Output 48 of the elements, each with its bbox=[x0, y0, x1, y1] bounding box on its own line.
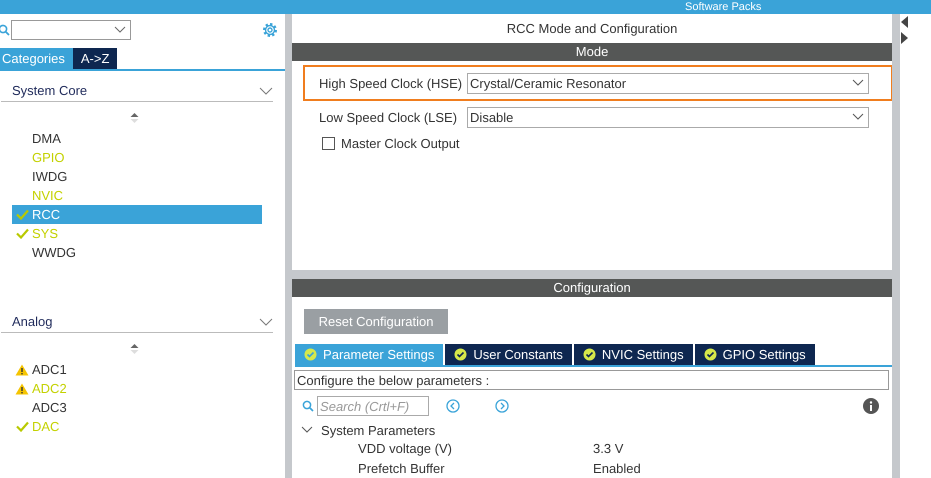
settings-tab[interactable]: NVIC Settings bbox=[574, 344, 693, 365]
search-icon bbox=[0, 24, 10, 36]
panel-title: RCC Mode and Configuration bbox=[506, 20, 678, 38]
hint-text: Configure the below parameters : bbox=[294, 370, 890, 390]
category-header[interactable]: System Core bbox=[1, 79, 273, 102]
mode-header: Mode bbox=[292, 43, 892, 61]
field-label: Low Speed Clock (LSE) bbox=[319, 110, 458, 124]
settings-tab[interactable]: GPIO Settings bbox=[694, 344, 815, 365]
chevron-down-icon bbox=[114, 26, 126, 34]
chevron-down-icon bbox=[852, 113, 864, 121]
peripheral-item[interactable]: ADC3 bbox=[12, 398, 262, 417]
parameter-name: Prefetch Buffer bbox=[358, 460, 446, 476]
previous-icon[interactable] bbox=[446, 399, 460, 413]
dropdown[interactable]: Crystal/Ceramic Resonator bbox=[467, 72, 870, 94]
field-label: High Speed Clock (HSE) bbox=[319, 76, 464, 90]
dropdown[interactable]: Disable bbox=[467, 106, 870, 128]
check-circle-icon bbox=[304, 348, 318, 361]
expand-right-icon[interactable] bbox=[901, 32, 908, 44]
parameter-value: Enabled bbox=[593, 460, 641, 476]
collapse-left-icon[interactable] bbox=[901, 16, 908, 28]
search-field[interactable]: Search (Crtl+F) bbox=[317, 396, 430, 416]
check-circle-icon bbox=[454, 348, 468, 361]
checkbox-label: Master Clock Output bbox=[341, 136, 460, 151]
configuration-header: Configuration bbox=[292, 279, 892, 297]
category-header[interactable]: Analog bbox=[1, 310, 273, 333]
section-header[interactable]: System Parameters bbox=[301, 422, 892, 438]
settings-icon[interactable] bbox=[261, 21, 279, 39]
chevron-down-icon bbox=[259, 318, 273, 326]
info-icon[interactable] bbox=[863, 398, 880, 414]
check-circle-icon bbox=[582, 348, 596, 361]
parameter-value: 3.3 V bbox=[593, 440, 624, 456]
chevron-down-icon bbox=[301, 426, 314, 434]
settings-tab[interactable]: User Constants bbox=[445, 344, 572, 365]
peripheral-item[interactable]: ADC1 bbox=[12, 360, 262, 379]
peripheral-item[interactable]: DMA bbox=[12, 129, 262, 148]
check-circle-icon bbox=[704, 348, 717, 361]
category-tab[interactable]: A->Z bbox=[72, 48, 118, 69]
search-combo-field[interactable] bbox=[11, 20, 131, 40]
peripheral-item[interactable]: WWDG bbox=[12, 243, 262, 262]
sort-arrow-icon[interactable] bbox=[130, 112, 139, 124]
chevron-down-icon bbox=[852, 79, 864, 87]
sort-arrow-icon[interactable] bbox=[130, 343, 139, 355]
parameter-name: VDD voltage (V) bbox=[358, 440, 453, 456]
peripheral-item[interactable]: IWDG bbox=[12, 167, 262, 186]
checkbox[interactable] bbox=[322, 137, 336, 150]
chevron-down-icon bbox=[259, 86, 273, 94]
search-icon bbox=[302, 400, 314, 412]
next-icon[interactable] bbox=[495, 399, 510, 413]
